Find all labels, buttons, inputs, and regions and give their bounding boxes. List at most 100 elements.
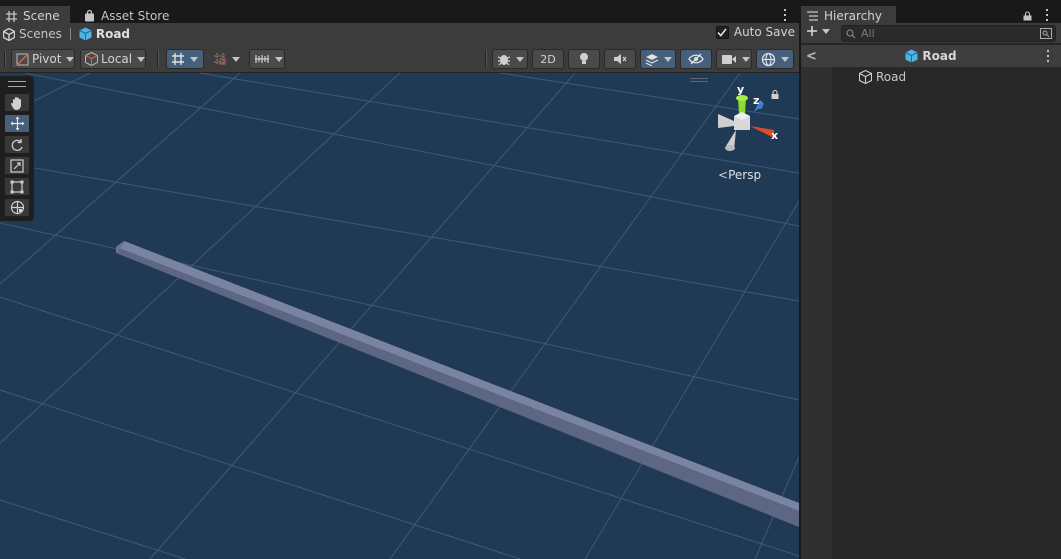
rect-tool[interactable] <box>4 177 30 196</box>
create-dropdown[interactable] <box>806 25 830 37</box>
chevron-down-icon <box>275 56 283 62</box>
gizmo-z-label: z <box>753 94 760 107</box>
eye-hidden-icon <box>688 53 704 65</box>
chevron-down-icon <box>664 56 672 62</box>
auto-save-label: Auto Save <box>733 25 795 39</box>
chevron-down-icon <box>742 56 750 62</box>
hierarchy-tabbar: Hierarchy <box>801 0 1061 26</box>
hand-tool[interactable] <box>4 93 30 112</box>
panel-splitter[interactable] <box>799 0 801 559</box>
grid-icon <box>4 9 18 23</box>
camera-icon <box>721 54 737 65</box>
hierarchy-panel: Hierarchy All < Road Road <box>801 0 1061 559</box>
hierarchy-menu-icon[interactable] <box>1041 8 1053 22</box>
gizmo-x-label: x <box>771 129 779 142</box>
tab-hierarchy-label: Hierarchy <box>824 9 883 23</box>
camera-dropdown[interactable] <box>716 49 752 69</box>
audio-toggle[interactable] <box>604 49 636 69</box>
pivot-icon <box>16 53 29 66</box>
gizmo-y-label: y <box>737 83 745 96</box>
chevron-down-icon <box>516 56 524 62</box>
road-object[interactable] <box>0 73 799 559</box>
chevron-down-icon <box>822 28 830 34</box>
scene-viewport[interactable] <box>0 73 799 559</box>
pivot-label: Pivot <box>32 52 62 66</box>
breadcrumb: Scenes Road <box>0 23 799 45</box>
rotate-icon <box>10 138 24 152</box>
toolbar-grip <box>4 51 6 67</box>
speaker-muted-icon <box>613 53 627 65</box>
move-tool[interactable] <box>4 114 30 133</box>
chevron-down-icon <box>190 56 198 62</box>
local-label: Local <box>101 52 133 66</box>
scene-visibility-toggle[interactable] <box>680 49 712 69</box>
plus-icon <box>806 25 818 37</box>
local-dropdown[interactable]: Local <box>80 49 146 69</box>
lighting-toggle[interactable] <box>568 49 600 69</box>
hierarchy-search-input[interactable]: All <box>841 25 1056 42</box>
view-2d-toggle[interactable]: 2D <box>532 49 564 69</box>
chevron-down-icon <box>232 56 240 62</box>
move-icon <box>10 116 25 131</box>
increment-snap-toggle[interactable] <box>208 49 244 69</box>
auto-save-checkbox[interactable] <box>715 25 729 39</box>
hierarchy-item[interactable]: Road <box>859 68 906 86</box>
view-2d-label: 2D <box>540 52 556 66</box>
projection-toggle[interactable]: <Persp <box>718 168 761 182</box>
checkmark-icon <box>717 28 727 37</box>
chevron-down-icon <box>781 56 789 62</box>
chevron-down-icon <box>137 56 146 62</box>
unity-logo-icon <box>3 27 15 41</box>
breadcrumb-road[interactable]: Road <box>79 23 130 45</box>
chevron-down-icon <box>66 56 75 62</box>
cube-icon <box>859 70 872 84</box>
auto-save-toggle[interactable]: Auto Save <box>715 25 795 39</box>
toolbar-grip <box>157 51 159 67</box>
search-filter-icon[interactable] <box>1040 28 1052 39</box>
scale-icon <box>10 158 24 173</box>
gizmo-globe-icon <box>761 52 776 67</box>
scene-menu-icon[interactable] <box>779 8 791 22</box>
lock-icon[interactable] <box>1023 10 1032 24</box>
grid-snap-toggle[interactable] <box>166 49 204 69</box>
palette-grip[interactable] <box>8 81 26 87</box>
breadcrumb-separator <box>69 28 71 40</box>
pivot-dropdown[interactable]: Pivot <box>11 49 75 69</box>
scale-tool[interactable] <box>4 156 30 175</box>
prefab-cube-icon <box>79 27 92 41</box>
gizmos-dropdown[interactable] <box>756 49 794 69</box>
rotate-tool[interactable] <box>4 135 30 154</box>
back-chevron-icon[interactable]: < <box>806 49 817 64</box>
hierarchy-item-label: Road <box>876 70 907 84</box>
persp-chevron-icon: < <box>718 168 729 182</box>
breadcrumb-scenes-label: Scenes <box>19 27 62 41</box>
scene-tabbar: Scene Asset Store <box>0 0 799 26</box>
layers-icon <box>645 53 659 66</box>
tool-palette <box>0 76 34 221</box>
prefab-cube-icon <box>905 49 919 63</box>
transform-tool[interactable] <box>4 198 30 217</box>
grid-snap-icon <box>171 52 185 66</box>
prefab-menu-icon[interactable] <box>1042 49 1054 63</box>
hierarchy-prefab-header: < Road <box>801 45 1061 67</box>
effects-dropdown[interactable] <box>640 49 676 69</box>
snap-increment-icon <box>213 52 227 66</box>
breadcrumb-scenes[interactable]: Scenes <box>3 23 62 45</box>
orientation-gizmo[interactable]: y z x <box>712 83 784 160</box>
hierarchy-toolbar: All <box>801 23 1061 44</box>
toolbar-grip <box>485 51 487 67</box>
tab-asset-store-label: Asset Store <box>101 9 170 23</box>
overlay-grip[interactable] <box>690 78 708 82</box>
shopping-bag-icon <box>82 9 96 23</box>
search-icon <box>846 28 856 39</box>
breadcrumb-road-label: Road <box>95 27 131 41</box>
tab-scene-label: Scene <box>23 9 60 23</box>
local-space-icon <box>85 52 98 66</box>
list-icon <box>805 9 819 23</box>
hand-icon <box>10 96 24 110</box>
ruler-dropdown[interactable] <box>249 49 285 69</box>
search-placeholder: All <box>861 27 875 40</box>
ruler-icon <box>254 53 270 65</box>
render-mode-dropdown[interactable] <box>492 49 528 69</box>
transform-icon <box>10 200 25 215</box>
